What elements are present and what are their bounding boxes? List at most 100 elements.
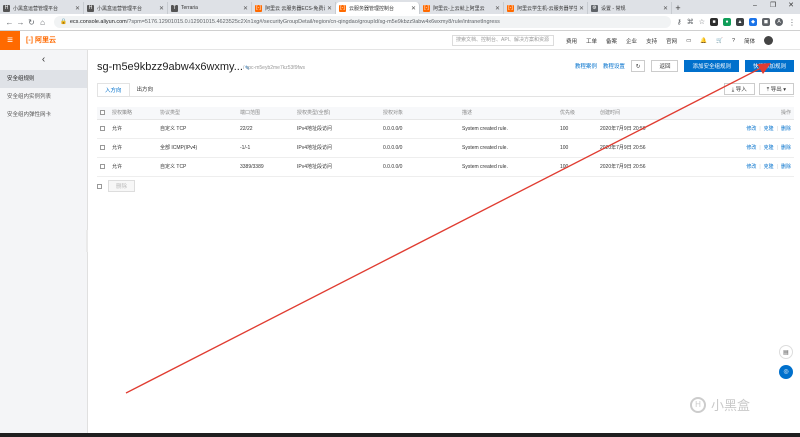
col-protocol: 协议类型 bbox=[157, 107, 237, 120]
bulk-delete-button[interactable]: 删除 bbox=[108, 180, 136, 192]
extension-icon[interactable]: ▲ bbox=[736, 18, 744, 26]
extension-icon[interactable]: ■ bbox=[710, 18, 718, 26]
back-button[interactable]: 返回 bbox=[651, 60, 679, 72]
nav-link-enterprise[interactable]: 企业 bbox=[626, 37, 637, 45]
tab-title: 阿里云-上云就上阿里云 bbox=[433, 5, 485, 12]
delete-link[interactable]: 删除 bbox=[781, 145, 791, 151]
bell-icon[interactable]: 🔔 bbox=[700, 38, 707, 44]
edit-link[interactable]: 修改 bbox=[746, 126, 756, 132]
browser-tab[interactable]: H 小黑盒运营管理平台 ✕ bbox=[84, 2, 168, 14]
bulk-select-checkbox[interactable] bbox=[97, 183, 102, 189]
menu-icon[interactable]: ⋮ bbox=[788, 18, 796, 27]
header-actions: 教程案例 教程设置 ↻ 返回 添加安全组规则 快速添加规则 bbox=[575, 60, 794, 72]
language-switch[interactable]: 简体 bbox=[744, 37, 755, 45]
close-icon[interactable]: ✕ bbox=[243, 5, 248, 12]
close-window-icon[interactable]: ✕ bbox=[782, 0, 800, 12]
add-rule-button[interactable]: 添加安全组规则 bbox=[684, 60, 739, 72]
nav-link-website[interactable]: 官网 bbox=[666, 37, 677, 45]
close-icon[interactable]: ✕ bbox=[579, 5, 584, 12]
back-chevron-icon[interactable]: ‹ bbox=[0, 50, 87, 70]
import-button[interactable]: ⤓ 导入 bbox=[723, 83, 755, 95]
row-checkbox[interactable] bbox=[97, 157, 109, 177]
maximize-icon[interactable]: ❐ bbox=[764, 0, 782, 12]
back-icon[interactable]: ← bbox=[4, 18, 15, 27]
home-icon[interactable]: ⌂ bbox=[37, 18, 48, 27]
minimize-icon[interactable]: – bbox=[746, 0, 764, 12]
checkbox-icon bbox=[100, 109, 105, 115]
export-button[interactable]: ⤒ 导出 ▾ bbox=[758, 83, 794, 95]
browser-tab[interactable]: [-] 阿里云学生机-云服务器学生 ✕ bbox=[504, 2, 588, 14]
terminal-icon[interactable]: ▭ bbox=[686, 38, 691, 44]
cell-port: 3389/3389 bbox=[237, 157, 294, 177]
close-icon[interactable]: ✕ bbox=[327, 5, 332, 12]
close-icon[interactable]: ✕ bbox=[663, 5, 668, 12]
logo-text: 阿里云 bbox=[35, 37, 56, 44]
translate-icon[interactable]: ⌘ bbox=[687, 18, 694, 26]
close-icon[interactable]: ✕ bbox=[495, 5, 500, 12]
select-all-checkbox[interactable] bbox=[97, 107, 109, 120]
browser-tab[interactable]: [-] 阿里云-上云就上阿里云 ✕ bbox=[420, 2, 504, 14]
extension-icon[interactable]: ◆ bbox=[749, 18, 757, 26]
user-avatar[interactable] bbox=[764, 36, 774, 45]
extension-icon[interactable]: ◼ bbox=[762, 18, 770, 26]
hamburger-menu-icon[interactable]: ≡ bbox=[0, 30, 20, 50]
edit-link[interactable]: 修改 bbox=[746, 164, 756, 170]
aliyun-logo-icon: [-] bbox=[26, 36, 33, 44]
settings-link[interactable]: 教程设置 bbox=[603, 62, 625, 70]
sidebar-item-enis[interactable]: 安全组内弹性网卡 bbox=[0, 106, 87, 124]
delete-link[interactable]: 删除 bbox=[781, 126, 791, 132]
tutorial-link[interactable]: 教程案例 bbox=[575, 62, 597, 70]
tab-outbound[interactable]: 出方向 bbox=[129, 83, 161, 97]
checkbox-icon bbox=[100, 163, 105, 169]
star-icon[interactable]: ☆ bbox=[699, 18, 705, 26]
url-input[interactable]: 🔒 ecs.console.aliyun.com/?spm=5176.12901… bbox=[54, 16, 671, 28]
console-search-input[interactable]: 搜索文档、控制台、API、解决方案和资源 bbox=[452, 35, 554, 46]
reload-icon[interactable]: ↻ bbox=[26, 18, 37, 27]
extension-icon[interactable]: ● bbox=[723, 18, 731, 26]
refresh-button[interactable]: ↻ bbox=[630, 60, 646, 72]
close-icon[interactable]: ✕ bbox=[159, 5, 164, 12]
nav-link-tickets[interactable]: 工单 bbox=[586, 37, 597, 45]
chat-icon[interactable]: ▤ bbox=[779, 345, 793, 359]
row-checkbox[interactable] bbox=[97, 119, 109, 139]
row-checkbox[interactable] bbox=[97, 138, 109, 158]
col-description: 描述 bbox=[459, 107, 557, 120]
browser-tab[interactable]: [-]阿里云 云服务器ECS-免费试用✕ bbox=[252, 2, 336, 14]
edit-link[interactable]: 修改 bbox=[746, 145, 756, 151]
nav-link-billing[interactable]: 费用 bbox=[566, 37, 577, 45]
browser-tab[interactable]: ⚙ 设置 - 常规 ✕ bbox=[588, 2, 672, 14]
new-tab-button[interactable]: + bbox=[672, 2, 684, 14]
close-icon[interactable]: ✕ bbox=[75, 5, 80, 12]
bulk-actions: 删除 bbox=[97, 180, 136, 192]
cell-auth-type: IPv4地址段访问 bbox=[294, 157, 380, 177]
tab-title: 设置 - 常规 bbox=[601, 5, 626, 12]
sidebar-item-instances[interactable]: 安全组内实例列表 bbox=[0, 88, 87, 106]
assistant-icon[interactable]: ◎ bbox=[779, 365, 793, 379]
cart-icon[interactable]: 🛒 bbox=[716, 38, 723, 44]
browser-tab[interactable]: T Terraria ✕ bbox=[168, 2, 252, 14]
tab-inbound[interactable]: 入方向 bbox=[97, 83, 130, 97]
clone-link[interactable]: 克隆 bbox=[764, 164, 774, 170]
help-icon[interactable]: ? bbox=[732, 38, 735, 44]
browser-tab-active[interactable]: [-] 云服务器管理控制台 ✕ bbox=[336, 2, 420, 14]
row-actions: 修改 | 克隆 | 删除 bbox=[730, 119, 794, 139]
quick-add-rule-button[interactable]: 快速添加规则 bbox=[744, 60, 794, 72]
col-policy: 授权策略 bbox=[109, 107, 157, 120]
browser-tab[interactable]: H 小黑盒运营管理平台 ✕ bbox=[0, 2, 84, 14]
forward-icon[interactable]: → bbox=[15, 18, 26, 27]
nav-link-support[interactable]: 支持 bbox=[646, 37, 657, 45]
tab-title: 云服务器管理控制台 bbox=[349, 5, 395, 12]
sidebar-item-rules[interactable]: 安全组规则 bbox=[0, 70, 87, 88]
clone-link[interactable]: 克隆 bbox=[764, 145, 774, 151]
key-icon[interactable]: ⚷ bbox=[677, 18, 682, 26]
cell-object: 0.0.0.0/0 bbox=[380, 157, 459, 177]
profile-avatar[interactable]: A bbox=[775, 18, 783, 26]
clone-link[interactable]: 克隆 bbox=[764, 126, 774, 132]
aliyun-logo[interactable]: [-] 阿里云 bbox=[26, 35, 56, 45]
nav-link-filing[interactable]: 备案 bbox=[606, 37, 617, 45]
cell-description: System created rule. bbox=[459, 119, 557, 139]
chevron-down-icon: ▾ bbox=[781, 87, 786, 93]
delete-link[interactable]: 删除 bbox=[781, 164, 791, 170]
close-icon[interactable]: ✕ bbox=[411, 5, 416, 12]
col-auth-type[interactable]: 授权类型(全部) bbox=[294, 107, 380, 120]
